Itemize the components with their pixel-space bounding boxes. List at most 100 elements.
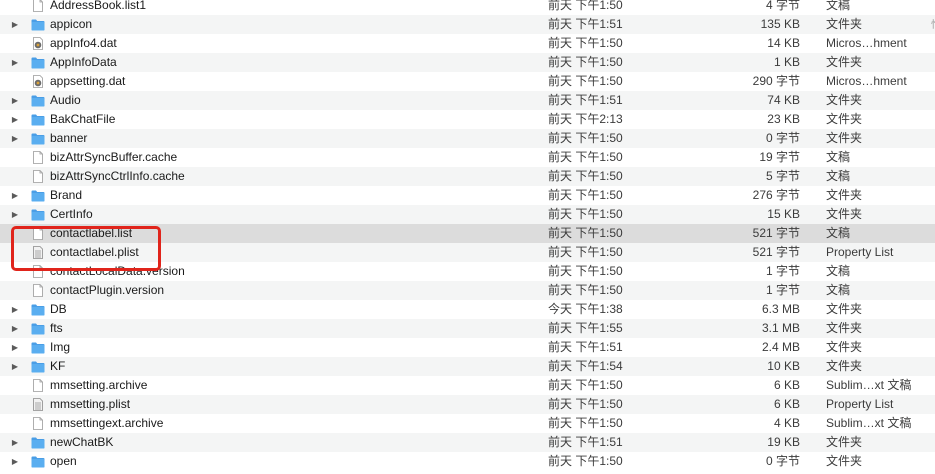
folder-row[interactable]: ▶ Img 前天 下午1:51 2.4 MB 文件夹 bbox=[0, 338, 935, 357]
file-row[interactable]: contactLocalData.version 前天 下午1:50 1 字节 文稿 bbox=[0, 262, 935, 281]
file-name: contactLocalData.version bbox=[50, 264, 185, 278]
file-name: appicon bbox=[50, 17, 93, 31]
disclosure-triangle-icon[interactable]: ▶ bbox=[10, 15, 20, 34]
file-date-modified: 前天 下午1:50 bbox=[548, 188, 623, 202]
file-kind: 文稿 bbox=[826, 0, 851, 12]
file-date-modified: 前天 下午1:50 bbox=[548, 264, 623, 278]
document-icon bbox=[31, 0, 45, 12]
disclosure-triangle-icon[interactable]: ▶ bbox=[10, 357, 20, 376]
disclosure-triangle-icon[interactable]: ▶ bbox=[10, 91, 20, 110]
file-date-modified: 今天 下午1:38 bbox=[548, 302, 623, 316]
file-kind: 文件夹 bbox=[826, 435, 863, 449]
file-row[interactable]: contactlabel.plist 前天 下午1:50 521 字节 Propert… bbox=[0, 243, 935, 262]
disclosure-triangle-icon[interactable]: ▶ bbox=[10, 129, 20, 148]
folder-row[interactable]: ▶ Audio 前天 下午1:51 74 KB 文件夹 bbox=[0, 91, 935, 110]
folder-row[interactable]: ▶ AppInfoData 前天 下午1:50 1 KB 文件夹 bbox=[0, 53, 935, 72]
file-size: 14 KB bbox=[767, 36, 800, 50]
file-size: 3.1 MB bbox=[761, 321, 800, 335]
file-size: 19 字节 bbox=[759, 150, 800, 164]
file-name: BakChatFile bbox=[50, 112, 116, 126]
folder-row[interactable]: ▶ banner 前天 下午1:50 0 字节 文件夹 bbox=[0, 129, 935, 148]
file-row[interactable]: bizAttrSyncBuffer.cache 前天 下午1:50 19 字节 文稿 bbox=[0, 148, 935, 167]
file-size: 1 KB bbox=[773, 55, 800, 69]
disclosure-triangle-icon[interactable]: ▶ bbox=[10, 452, 20, 471]
file-name: mmsettingext.archive bbox=[50, 416, 164, 430]
dat-file-icon bbox=[31, 75, 45, 88]
disclosure-triangle-icon[interactable]: ▶ bbox=[10, 319, 20, 338]
folder-row[interactable]: ▶ fts 前天 下午1:55 3.1 MB 文件夹 bbox=[0, 319, 935, 338]
file-name: mmsetting.archive bbox=[50, 378, 148, 392]
file-kind: 文稿 bbox=[826, 264, 851, 278]
file-row[interactable]: mmsetting.archive 前天 下午1:50 6 KB Sublim…xt … bbox=[0, 376, 935, 395]
file-kind: 文件夹 bbox=[826, 93, 863, 107]
file-row[interactable]: mmsetting.plist 前天 下午1:50 6 KB Property Lis… bbox=[0, 395, 935, 414]
disclosure-triangle-icon[interactable]: ▶ bbox=[10, 433, 20, 452]
file-kind: Property List bbox=[826, 397, 894, 411]
file-name: banner bbox=[50, 131, 88, 145]
disclosure-triangle-icon[interactable]: ▶ bbox=[10, 338, 20, 357]
file-kind: 文件夹 bbox=[826, 302, 863, 316]
file-size: 10 KB bbox=[767, 359, 800, 373]
file-row[interactable]: bizAttrSyncCtrlInfo.cache 前天 下午1:50 5 字节 文稿 bbox=[0, 167, 935, 186]
file-kind: 文件夹 bbox=[826, 188, 863, 202]
disclosure-triangle-icon[interactable]: ▶ bbox=[10, 300, 20, 319]
document-icon bbox=[31, 265, 45, 278]
folder-icon bbox=[31, 94, 45, 107]
file-row[interactable]: AddressBook.list1 前天 下午1:50 4 字节 文稿 bbox=[0, 0, 935, 15]
file-row[interactable]: contactlabel.list 前天 下午1:50 521 字节 文稿 bbox=[0, 224, 935, 243]
folder-icon bbox=[31, 341, 45, 354]
file-date-modified: 前天 下午1:51 bbox=[548, 340, 623, 354]
file-size: 1 字节 bbox=[765, 283, 800, 297]
disclosure-triangle-icon[interactable]: ▶ bbox=[10, 186, 20, 205]
file-kind: Sublim…xt 文稿 bbox=[826, 378, 912, 392]
file-kind: 文件夹 bbox=[826, 55, 863, 69]
file-size: 23 KB bbox=[767, 112, 800, 126]
folder-icon bbox=[31, 56, 45, 69]
file-date-modified: 前天 下午1:50 bbox=[548, 397, 623, 411]
file-row[interactable]: contactPlugin.version 前天 下午1:50 1 字节 文稿 bbox=[0, 281, 935, 300]
file-kind: Micros…hment bbox=[826, 74, 907, 88]
file-kind: 文件夹 bbox=[826, 321, 863, 335]
disclosure-triangle-icon[interactable]: ▶ bbox=[10, 53, 20, 72]
file-size: 290 字节 bbox=[752, 74, 800, 88]
folder-row[interactable]: ▶ Brand 前天 下午1:50 276 字节 文件夹 bbox=[0, 186, 935, 205]
file-size: 6 KB bbox=[773, 378, 800, 392]
file-name: AddressBook.list1 bbox=[50, 0, 147, 12]
file-date-modified: 前天 下午1:50 bbox=[548, 454, 623, 468]
file-size: 4 KB bbox=[773, 416, 800, 430]
file-size: 15 KB bbox=[767, 207, 800, 221]
folder-row[interactable]: ▶ DB 今天 下午1:38 6.3 MB 文件夹 bbox=[0, 300, 935, 319]
file-kind: 文稿 bbox=[826, 226, 851, 240]
folder-row[interactable]: ▶ open 前天 下午1:50 0 字节 文件夹 bbox=[0, 452, 935, 471]
file-row[interactable]: mmsettingext.archive 前天 下午1:50 4 KB Sublim…… bbox=[0, 414, 935, 433]
file-date-modified: 前天 下午1:50 bbox=[548, 55, 623, 69]
file-row[interactable]: appsetting.dat 前天 下午1:50 290 字节 Micros…hmen… bbox=[0, 72, 935, 91]
file-size: 5 字节 bbox=[765, 169, 800, 183]
folder-row[interactable]: ▶ newChatBK 前天 下午1:51 19 KB 文件夹 bbox=[0, 433, 935, 452]
file-row[interactable]: appInfo4.dat 前天 下午1:50 14 KB Micros…hment bbox=[0, 34, 935, 53]
folder-icon bbox=[31, 18, 45, 31]
folder-row[interactable]: ▶ CertInfo 前天 下午1:50 15 KB 文件夹 bbox=[0, 205, 935, 224]
folder-row[interactable]: ▶ KF 前天 下午1:54 10 KB 文件夹 bbox=[0, 357, 935, 376]
file-list: AddressBook.list1 前天 下午1:50 4 字节 文稿 ▶ appicon… bbox=[0, 0, 935, 471]
file-name: contactPlugin.version bbox=[50, 283, 165, 297]
folder-icon bbox=[31, 132, 45, 145]
file-date-modified: 前天 下午1:50 bbox=[548, 150, 623, 164]
disclosure-triangle-icon[interactable]: ▶ bbox=[10, 110, 20, 129]
file-kind: 文件夹 bbox=[826, 359, 863, 373]
folder-icon bbox=[31, 208, 45, 221]
document-icon bbox=[31, 284, 45, 297]
folder-row[interactable]: ▶ appicon 前天 下午1:51 135 KB 文件夹 bbox=[0, 15, 935, 34]
file-date-modified: 前天 下午1:51 bbox=[548, 93, 623, 107]
folder-icon bbox=[31, 113, 45, 126]
file-kind: 文稿 bbox=[826, 169, 851, 183]
file-date-modified: 前天 下午1:50 bbox=[548, 245, 623, 259]
file-size: 74 KB bbox=[767, 93, 800, 107]
document-icon bbox=[31, 379, 45, 392]
file-kind: 文件夹 bbox=[826, 131, 863, 145]
folder-row[interactable]: ▶ BakChatFile 前天 下午2:13 23 KB 文件夹 bbox=[0, 110, 935, 129]
file-kind: 文件夹 bbox=[826, 112, 863, 126]
file-name: contactlabel.plist bbox=[50, 245, 139, 259]
disclosure-triangle-icon[interactable]: ▶ bbox=[10, 205, 20, 224]
file-kind: 文稿 bbox=[826, 283, 851, 297]
